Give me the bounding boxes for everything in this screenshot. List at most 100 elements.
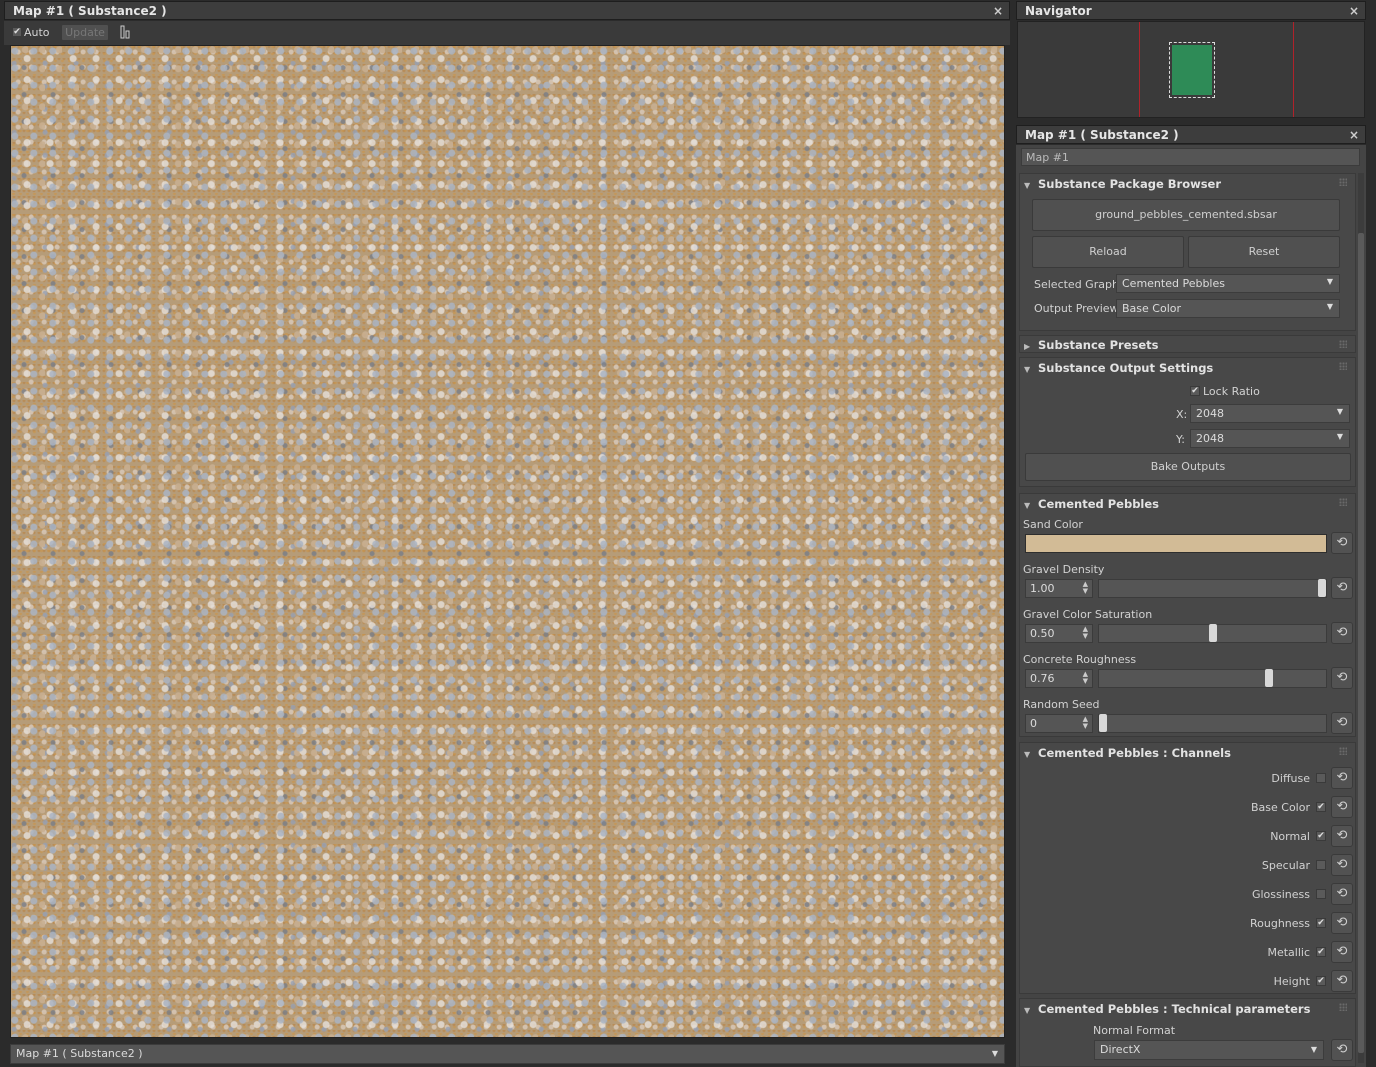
editor-scrollbar[interactable] (1358, 173, 1364, 1063)
map-status-combo-label: Map #1 ( Substance2 ) (16, 1047, 143, 1060)
editor-title: Map #1 ( Substance2 ) (1025, 128, 1179, 142)
editor-scrollbar-thumb[interactable] (1358, 233, 1364, 1053)
channel-checkbox[interactable]: ✔ (1316, 831, 1326, 841)
map-toolbar: ✔ Auto Update (4, 21, 1010, 45)
param-value: 0.50 (1030, 627, 1055, 640)
selected-graph-select[interactable]: Cemented Pebbles ▼ (1116, 274, 1340, 293)
channel-checkbox[interactable]: ✔ (1316, 947, 1326, 957)
reset-icon[interactable]: ⟲ (1331, 970, 1353, 992)
output-x-select[interactable]: 2048 ▼ (1190, 404, 1350, 423)
channel-label: Height (1273, 975, 1310, 988)
editor-panel: Map #1 ▼ Substance Package Browser ground… (1016, 145, 1366, 1067)
spinner-arrows-icon[interactable]: ▲ ▼ (1083, 626, 1088, 640)
grip-icon[interactable] (1339, 747, 1347, 755)
param-label: Random Seed (1023, 698, 1100, 711)
output-y-select[interactable]: 2048 ▼ (1190, 429, 1350, 448)
sand-color-swatch[interactable] (1025, 534, 1327, 553)
reset-icon[interactable]: ⟲ (1331, 767, 1353, 789)
chevron-down-icon: ▼ (991, 1049, 998, 1058)
channel-checkbox[interactable] (1316, 773, 1326, 783)
param-value-spinner[interactable]: 0 ▲ ▼ (1025, 714, 1093, 733)
technical-rollout: ▼ Cemented Pebbles : Technical parameters… (1019, 998, 1356, 1067)
reset-icon[interactable]: ⟲ (1331, 883, 1353, 905)
reset-icon[interactable]: ⟲ (1331, 1039, 1353, 1061)
reset-icon[interactable]: ⟲ (1331, 577, 1353, 599)
spinner-arrows-icon[interactable]: ▲ ▼ (1083, 671, 1088, 685)
param-slider[interactable] (1098, 714, 1327, 733)
spinner-arrows-icon[interactable]: ▲ ▼ (1083, 716, 1088, 730)
slider-thumb[interactable] (1099, 714, 1107, 732)
reset-button[interactable]: Reset (1188, 236, 1340, 268)
reload-button[interactable]: Reload (1032, 236, 1184, 268)
selected-graph-value: Cemented Pebbles (1122, 277, 1225, 290)
navigator-close-icon[interactable]: × (1349, 4, 1359, 18)
normal-format-select[interactable]: DirectX ▼ (1094, 1040, 1324, 1060)
reset-icon[interactable]: ⟲ (1331, 796, 1353, 818)
param-slider[interactable] (1098, 669, 1327, 688)
triangle-icon: ▼ (1024, 750, 1031, 759)
channel-checkbox[interactable]: ✔ (1316, 802, 1326, 812)
channel-checkbox[interactable]: ✔ (1316, 976, 1326, 986)
sbsar-file-button[interactable]: ground_pebbles_cemented.sbsar (1032, 199, 1340, 231)
slider-thumb[interactable] (1265, 669, 1273, 687)
reset-icon[interactable]: ⟲ (1331, 941, 1353, 963)
navigator-node[interactable] (1169, 42, 1215, 98)
output-preview-select[interactable]: Base Color ▼ (1116, 299, 1340, 318)
slider-thumb[interactable] (1318, 579, 1326, 597)
channel-label: Specular (1261, 859, 1310, 872)
bake-outputs-button[interactable]: Bake Outputs (1025, 453, 1351, 481)
param-value-spinner[interactable]: 1.00 ▲ ▼ (1025, 579, 1093, 598)
output-settings-rollout: ▼ Substance Output Settings ✔ Lock Ratio … (1019, 357, 1356, 487)
reset-icon[interactable]: ⟲ (1331, 532, 1353, 554)
y-label: Y: (1176, 433, 1185, 446)
package-browser-header[interactable]: ▼ Substance Package Browser (1024, 177, 1221, 197)
graph-params-rollout: ▼ Cemented Pebbles Sand Color ⟲ Gravel De… (1019, 493, 1356, 737)
pick-tool-icon[interactable] (118, 24, 132, 41)
technical-header[interactable]: ▼ Cemented Pebbles : Technical parameters (1024, 1002, 1310, 1022)
reset-icon[interactable]: ⟲ (1331, 825, 1353, 847)
graph-params-header[interactable]: ▼ Cemented Pebbles (1024, 497, 1159, 517)
auto-checkbox[interactable]: ✔ (12, 27, 22, 37)
grip-icon[interactable] (1339, 362, 1347, 370)
technical-title: Cemented Pebbles : Technical parameters (1038, 1002, 1311, 1016)
grip-icon[interactable] (1339, 340, 1347, 348)
reset-icon[interactable]: ⟲ (1331, 667, 1353, 689)
texture-preview[interactable] (10, 45, 1005, 1038)
map-name-field[interactable]: Map #1 (1021, 148, 1360, 166)
output-settings-header[interactable]: ▼ Substance Output Settings (1024, 361, 1213, 381)
param-slider[interactable] (1098, 579, 1327, 598)
output-y-value: 2048 (1196, 432, 1224, 445)
map-window-close-icon[interactable]: × (993, 4, 1003, 18)
channel-checkbox[interactable] (1316, 860, 1326, 870)
presets-title: Substance Presets (1038, 338, 1159, 352)
normal-format-label: Normal Format (1093, 1024, 1176, 1037)
channel-checkbox[interactable]: ✔ (1316, 918, 1326, 928)
slider-thumb[interactable] (1209, 624, 1217, 642)
presets-header[interactable]: ▶ Substance Presets (1024, 338, 1159, 358)
chevron-down-icon: ▼ (1336, 407, 1343, 416)
grip-icon[interactable] (1339, 178, 1347, 186)
reset-icon[interactable]: ⟲ (1331, 912, 1353, 934)
channels-header[interactable]: ▼ Cemented Pebbles : Channels (1024, 746, 1231, 766)
reset-icon[interactable]: ⟲ (1331, 854, 1353, 876)
param-slider[interactable] (1098, 624, 1327, 643)
lock-ratio-checkbox[interactable]: ✔ (1190, 386, 1200, 396)
reset-icon[interactable]: ⟲ (1331, 622, 1353, 644)
presets-rollout[interactable]: ▶ Substance Presets (1019, 335, 1356, 353)
x-label: X: (1176, 408, 1188, 421)
param-value-spinner[interactable]: 0.50 ▲ ▼ (1025, 624, 1093, 643)
update-button[interactable]: Update (61, 24, 109, 41)
channel-checkbox[interactable] (1316, 889, 1326, 899)
chevron-down-icon: ▼ (1310, 1045, 1317, 1054)
grip-icon[interactable] (1339, 1003, 1347, 1011)
param-value-spinner[interactable]: 0.76 ▲ ▼ (1025, 669, 1093, 688)
editor-close-icon[interactable]: × (1349, 128, 1359, 142)
spinner-arrows-icon[interactable]: ▲ ▼ (1083, 581, 1088, 595)
output-preview-value: Base Color (1122, 302, 1182, 315)
chevron-down-icon: ▼ (1326, 302, 1333, 311)
grip-icon[interactable] (1339, 498, 1347, 506)
reset-icon[interactable]: ⟲ (1331, 712, 1353, 734)
map-status-combo[interactable]: Map #1 ( Substance2 ) ▼ (10, 1044, 1005, 1064)
auto-label: Auto (24, 26, 50, 39)
navigator-view[interactable] (1017, 21, 1365, 118)
